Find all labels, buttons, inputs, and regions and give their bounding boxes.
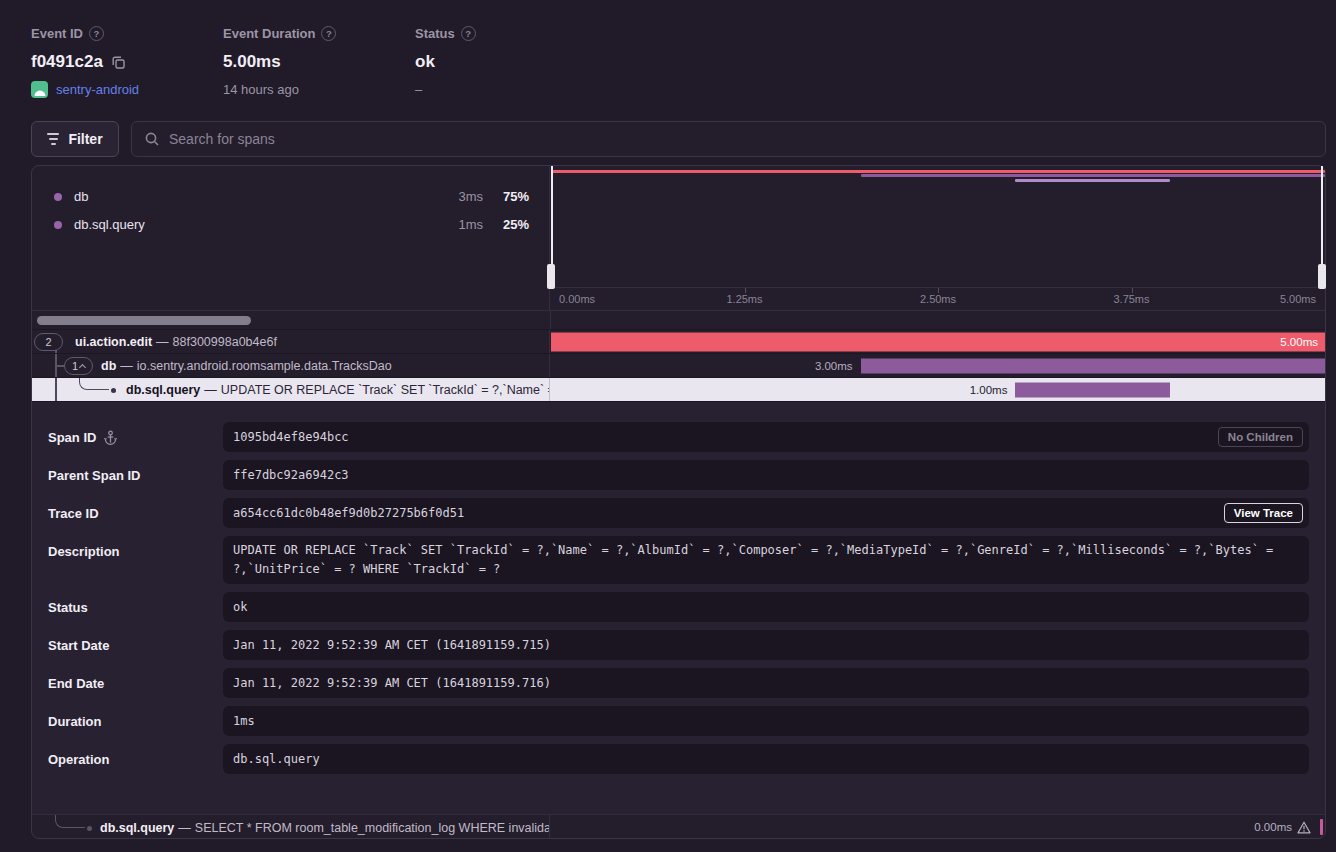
event-age: 14 hours ago [223, 82, 336, 97]
detail-row-end-date: End Date Jan 11, 2022 9:52:39 AM CET (16… [32, 668, 1325, 698]
span-duration: 0.00ms [1254, 815, 1311, 839]
event-duration-column: Event Duration? 5.00ms 14 hours ago [223, 26, 336, 97]
axis-tick-label: 2.50ms [920, 293, 956, 305]
detail-value[interactable]: Jan 11, 2022 9:52:39 AM CET (1641891159.… [223, 630, 1309, 660]
detail-label: Span ID [48, 430, 96, 445]
detail-label: Status [48, 600, 88, 615]
anchor-icon[interactable] [103, 430, 118, 445]
minimap-span-purple-2 [1015, 179, 1170, 182]
op-color-dot [54, 193, 62, 201]
tree-scrollbar-row [32, 311, 1325, 330]
filter-button[interactable]: Filter [31, 121, 119, 157]
detail-row-operation: Operation db.sql.query [32, 744, 1325, 774]
detail-value[interactable]: 1095bd4ef8e94bcc No Children [223, 422, 1309, 452]
detail-label: Start Date [48, 638, 109, 653]
search-placeholder: Search for spans [169, 131, 275, 147]
legend-row[interactable]: db.sql.query 1ms 25% [32, 216, 550, 234]
axis-tick-label: 3.75ms [1113, 293, 1149, 305]
axis-tick-label: 1.25ms [726, 293, 762, 305]
event-duration-value: 5.00ms [223, 52, 281, 72]
op-duration: 1ms [458, 217, 483, 232]
minimap-span-area[interactable] [551, 166, 1325, 288]
time-axis: 0.00ms 1.25ms 2.50ms 3.75ms 5.00ms [551, 288, 1325, 310]
detail-value[interactable]: ffe7dbc92a6942c3 [223, 460, 1309, 490]
span-bar[interactable]: 3.00ms [861, 358, 1325, 373]
children-count-badge[interactable]: 2 [34, 333, 63, 351]
detail-value[interactable]: db.sql.query [223, 744, 1309, 774]
detail-value[interactable]: ok [223, 592, 1309, 622]
search-icon [144, 131, 160, 147]
detail-label: Parent Span ID [48, 468, 140, 483]
axis-tick-label: 0.00ms [559, 293, 595, 305]
status-label: Status [415, 26, 455, 41]
detail-value[interactable]: UPDATE OR REPLACE `Track` SET `TrackId` … [223, 536, 1309, 584]
status-value: ok [415, 52, 435, 72]
status-sub: – [415, 82, 476, 97]
detail-row-status: Status ok [32, 592, 1325, 622]
op-color-dot [54, 221, 62, 229]
android-icon [31, 81, 48, 98]
detail-label: Trace ID [48, 506, 99, 521]
span-row-bottom[interactable]: db.sql.query—SELECT * FROM room_table_mo… [32, 814, 1325, 839]
zero-duration-span-bar[interactable] [1320, 819, 1323, 835]
status-column: Status? ok – [415, 26, 476, 97]
ops-breakdown: db 3ms 75% db.sql.query 1ms 25% [32, 166, 550, 310]
detail-value[interactable]: 1ms [223, 706, 1309, 736]
minimap-section: db 3ms 75% db.sql.query 1ms 25% [32, 166, 1325, 311]
event-id-column: Event ID? f0491c2a sentry-android [31, 26, 139, 98]
detail-row-description: Description UPDATE OR REPLACE `Track` SE… [32, 536, 1325, 584]
event-id-label: Event ID [31, 26, 83, 41]
detail-value[interactable]: Jan 11, 2022 9:52:39 AM CET (1641891159.… [223, 668, 1309, 698]
op-duration: 3ms [458, 189, 483, 204]
detail-row-parent-span-id: Parent Span ID ffe7dbc92a6942c3 [32, 460, 1325, 490]
copy-icon[interactable] [111, 55, 126, 70]
detail-label: Description [48, 544, 120, 559]
span-bar[interactable]: 1.00ms [1015, 382, 1170, 397]
op-percent: 25% [503, 217, 529, 232]
detail-label: Duration [48, 714, 101, 729]
trace-panel: db 3ms 75% db.sql.query 1ms 25% [31, 165, 1326, 839]
detail-row-trace-id: Trace ID a654cc61dc0b48ef9d0b27275b6f0d5… [32, 498, 1325, 528]
view-trace-button[interactable]: View Trace [1224, 503, 1303, 523]
event-duration-label: Event Duration [223, 26, 315, 41]
span-row-ui-action[interactable]: 2 ui.action.edit—88f300998a0b4e6f 5.00ms [32, 330, 1325, 354]
axis-tick-label: 5.00ms [1280, 293, 1316, 305]
span-row-db[interactable]: 1 db—io.sentry.android.roomsample.data.T… [32, 354, 1325, 378]
children-count-badge[interactable]: 1 [64, 357, 93, 375]
detail-value[interactable]: a654cc61dc0b48ef9d0b27275b6f0d51 View Tr… [223, 498, 1309, 528]
help-icon[interactable]: ? [321, 26, 336, 41]
span-details-section: Span ID 1095bd4ef8e94bcc No Children Par… [32, 402, 1325, 814]
detail-label: End Date [48, 676, 104, 691]
minimap-grip-right[interactable] [1318, 264, 1326, 289]
warning-icon [1297, 821, 1311, 834]
span-duration: 1.00ms [970, 384, 1008, 396]
op-name: db.sql.query [74, 217, 145, 232]
minimap-span-purple [861, 174, 1325, 177]
no-children-button[interactable]: No Children [1218, 427, 1303, 447]
detail-label: Operation [48, 752, 109, 767]
op-percent: 75% [503, 189, 529, 204]
minimap[interactable]: 0.00ms 1.25ms 2.50ms 3.75ms 5.00ms [551, 166, 1325, 310]
legend-row[interactable]: db 3ms 75% [32, 188, 550, 206]
help-icon[interactable]: ? [461, 26, 476, 41]
help-icon[interactable]: ? [89, 26, 104, 41]
span-duration: 5.00ms [1280, 336, 1318, 348]
span-bar[interactable]: 5.00ms [551, 332, 1325, 351]
detail-row-start-date: Start Date Jan 11, 2022 9:52:39 AM CET (… [32, 630, 1325, 660]
event-id-value: f0491c2a [31, 52, 103, 72]
horizontal-scrollbar[interactable] [37, 316, 251, 325]
op-name: db [74, 189, 88, 204]
project-link[interactable]: sentry-android [31, 81, 139, 98]
chevron-up-icon [79, 363, 86, 370]
search-input[interactable]: Search for spans [131, 121, 1326, 157]
span-row-db-sql-query-selected[interactable]: db.sql.query—UPDATE OR REPLACE `Track` S… [32, 378, 1325, 402]
minimap-span-red [551, 170, 1325, 173]
detail-row-span-id: Span ID 1095bd4ef8e94bcc No Children [32, 422, 1325, 452]
detail-row-duration: Duration 1ms [32, 706, 1325, 736]
minimap-grip-left[interactable] [547, 264, 555, 289]
span-duration: 3.00ms [815, 360, 853, 372]
filter-icon [47, 130, 59, 148]
